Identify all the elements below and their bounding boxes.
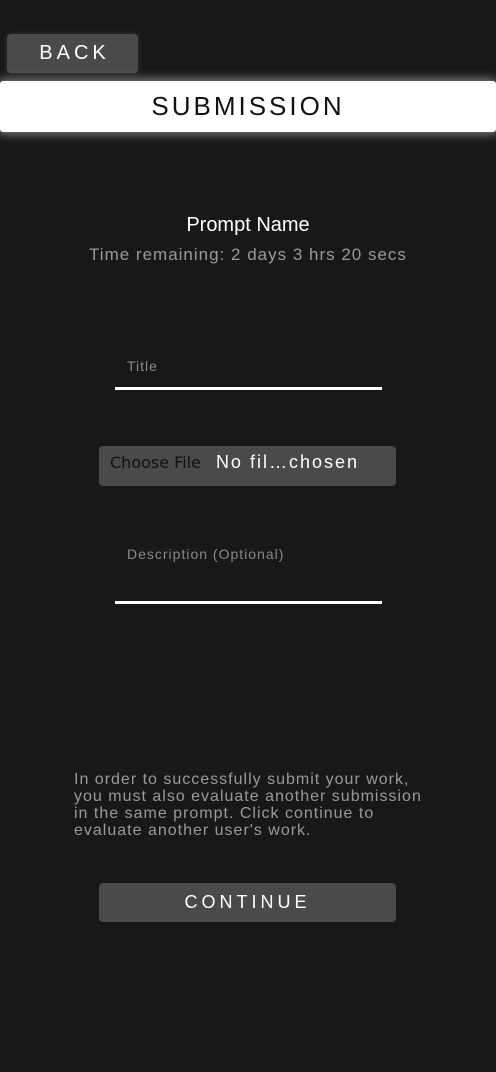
continue-button[interactable]: CONTINUE: [99, 883, 396, 922]
evaluation-info-text: In order to successfully submit your wor…: [74, 771, 422, 839]
file-status: No fil…chosen: [215, 451, 359, 472]
back-button[interactable]: BACK: [7, 34, 138, 73]
title-field-underline: [115, 387, 382, 390]
description-field-label: Description (Optional): [127, 546, 285, 562]
title-field-label: Title: [127, 358, 158, 374]
prompt-name: Prompt Name: [186, 214, 310, 236]
file-input[interactable]: Choose File No fil…chosen: [99, 446, 396, 486]
page-title: SUBMISSION: [151, 91, 345, 121]
choose-file-button[interactable]: Choose File: [110, 453, 201, 472]
page-header: SUBMISSION: [0, 81, 496, 132]
time-remaining: Time remaining: 2 days 3 hrs 20 secs: [89, 245, 407, 264]
description-field-underline: [115, 601, 382, 604]
